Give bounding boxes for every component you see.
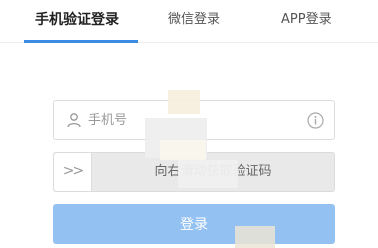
watermark-block — [235, 226, 275, 248]
tab-wechat-login[interactable]: 微信登录 — [168, 0, 220, 43]
active-tab-indicator — [24, 40, 138, 43]
watermark-block — [178, 160, 238, 188]
slider-handle[interactable]: >> — [54, 153, 92, 191]
watermark-block — [168, 90, 200, 114]
tab-phone-login[interactable]: 手机验证登录 — [35, 0, 119, 43]
login-button[interactable]: 登录 — [53, 204, 335, 244]
login-panel: 手机验证登录 微信登录 APP登录 >> 向右滑动获取验证码 登录 — [0, 0, 378, 248]
login-tabs: 手机验证登录 微信登录 APP登录 — [0, 0, 378, 43]
watermark-block — [160, 140, 206, 160]
tab-app-login[interactable]: APP登录 — [281, 0, 332, 43]
info-icon[interactable] — [307, 112, 324, 129]
user-icon — [67, 113, 81, 128]
